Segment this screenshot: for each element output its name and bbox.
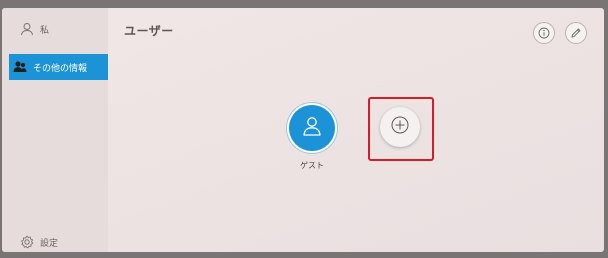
sidebar-item-label: 私 — [40, 25, 50, 36]
add-user-button[interactable] — [380, 107, 420, 147]
sidebar-item-other-info[interactable]: その他の情報 — [9, 54, 108, 80]
people-icon — [13, 60, 27, 74]
info-icon — [538, 24, 550, 43]
sidebar-item-me[interactable]: 私 — [2, 16, 108, 42]
gear-icon — [20, 235, 34, 249]
sidebar-item-label: 設定 — [40, 238, 59, 249]
plus-circle-icon — [390, 115, 410, 139]
sidebar-item-label: その他の情報 — [33, 63, 88, 74]
sidebar-item-settings[interactable]: 設定 — [2, 229, 108, 252]
guest-user-avatar[interactable] — [289, 105, 335, 151]
edit-button[interactable] — [565, 22, 587, 44]
person-outline-icon — [301, 115, 323, 141]
pencil-icon — [570, 24, 582, 43]
guest-user-label: ゲスト — [300, 161, 324, 170]
info-button[interactable] — [533, 22, 555, 44]
tv-screen: 私 その他の情報 設定 ユーザー ゲスト — [2, 8, 604, 252]
sidebar: 私 その他の情報 設定 — [2, 8, 108, 252]
person-outline-icon — [20, 22, 34, 36]
page-title: ユーザー — [124, 24, 174, 38]
